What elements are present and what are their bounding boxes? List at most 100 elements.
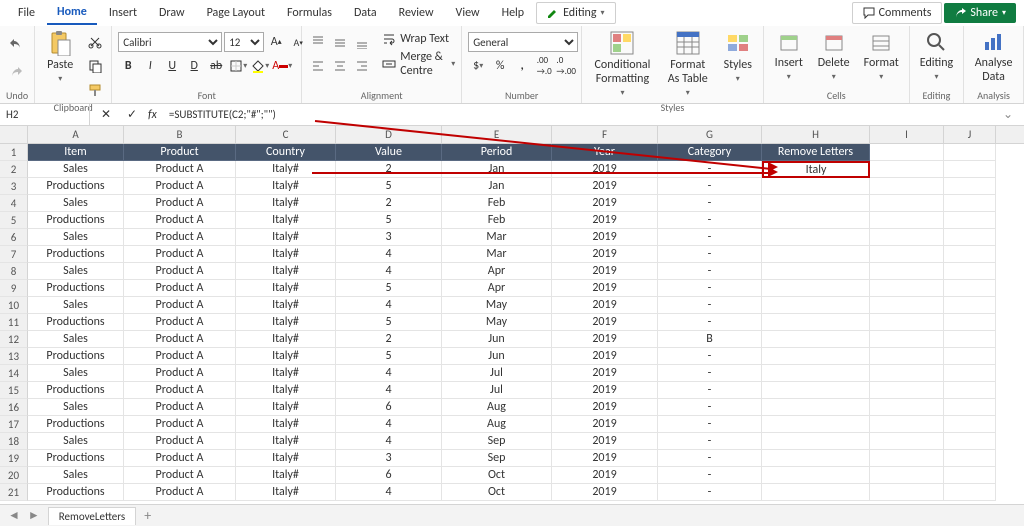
- fill-color-button[interactable]: ▾: [250, 56, 270, 76]
- cell[interactable]: Jan: [442, 161, 552, 178]
- cell[interactable]: May: [442, 297, 552, 314]
- cell[interactable]: Product A: [124, 467, 236, 484]
- cell[interactable]: [944, 178, 996, 195]
- cell[interactable]: 2: [336, 161, 442, 178]
- cell[interactable]: [870, 450, 944, 467]
- tab-data[interactable]: Data: [344, 2, 387, 24]
- cell[interactable]: Product A: [124, 365, 236, 382]
- cell[interactable]: Italy#: [236, 297, 336, 314]
- cell[interactable]: [944, 348, 996, 365]
- cell[interactable]: [870, 484, 944, 501]
- currency-button[interactable]: $▾: [468, 56, 488, 76]
- paste-button[interactable]: Paste▾: [41, 28, 79, 86]
- cell[interactable]: 2019: [552, 229, 658, 246]
- column-header[interactable]: J: [944, 126, 996, 143]
- cell[interactable]: Jan: [442, 178, 552, 195]
- cell[interactable]: -: [658, 263, 762, 280]
- cell[interactable]: Italy#: [236, 365, 336, 382]
- cell[interactable]: [762, 365, 870, 382]
- cell[interactable]: 4: [336, 416, 442, 433]
- fx-icon[interactable]: fx: [148, 108, 157, 122]
- header-cell[interactable]: Period: [442, 144, 552, 161]
- cell[interactable]: Oct: [442, 484, 552, 501]
- cell[interactable]: Italy#: [236, 246, 336, 263]
- cell[interactable]: 4: [336, 246, 442, 263]
- font-name-select[interactable]: Calibri: [118, 32, 222, 52]
- cell[interactable]: 2019: [552, 178, 658, 195]
- cell[interactable]: Italy#: [236, 433, 336, 450]
- cell[interactable]: [944, 195, 996, 212]
- cell[interactable]: Productions: [28, 246, 124, 263]
- cell[interactable]: 2019: [552, 382, 658, 399]
- cell[interactable]: Product A: [124, 229, 236, 246]
- cell[interactable]: Sep: [442, 450, 552, 467]
- format-painter-button[interactable]: [85, 80, 105, 100]
- wrap-text-button[interactable]: Wrap Text: [382, 32, 455, 46]
- cell[interactable]: [870, 246, 944, 263]
- row-header[interactable]: 13: [0, 348, 28, 365]
- cell[interactable]: [762, 314, 870, 331]
- cell[interactable]: Sales: [28, 297, 124, 314]
- tab-home[interactable]: Home: [47, 1, 97, 25]
- cell[interactable]: Jul: [442, 382, 552, 399]
- underline-button[interactable]: U: [162, 56, 182, 76]
- align-bottom-button[interactable]: [352, 32, 372, 52]
- cell[interactable]: 2: [336, 331, 442, 348]
- cell[interactable]: [870, 161, 944, 178]
- cell[interactable]: 2019: [552, 433, 658, 450]
- cell[interactable]: Product A: [124, 161, 236, 178]
- header-cell[interactable]: Country: [236, 144, 336, 161]
- cell[interactable]: [944, 467, 996, 484]
- tab-file[interactable]: File: [8, 2, 45, 24]
- italic-button[interactable]: I: [140, 56, 160, 76]
- align-top-button[interactable]: [308, 32, 328, 52]
- increase-decimal-button[interactable]: .00→.0: [534, 56, 554, 76]
- cell[interactable]: [870, 433, 944, 450]
- cell[interactable]: 3: [336, 229, 442, 246]
- cell[interactable]: Italy#: [236, 382, 336, 399]
- conditional-formatting-button[interactable]: Conditional Formatting▾: [588, 28, 657, 100]
- decrease-decimal-button[interactable]: .0→.00: [556, 56, 576, 76]
- cell[interactable]: Sales: [28, 399, 124, 416]
- cell[interactable]: Italy#: [236, 280, 336, 297]
- cell[interactable]: [762, 467, 870, 484]
- tab-page-layout[interactable]: Page Layout: [197, 2, 275, 24]
- cell[interactable]: 2019: [552, 195, 658, 212]
- cell[interactable]: 4: [336, 484, 442, 501]
- cell[interactable]: Jun: [442, 348, 552, 365]
- cell[interactable]: -: [658, 399, 762, 416]
- row-header[interactable]: 8: [0, 263, 28, 280]
- cell[interactable]: Italy#: [236, 178, 336, 195]
- row-header[interactable]: 7: [0, 246, 28, 263]
- cell[interactable]: -: [658, 348, 762, 365]
- cell[interactable]: [944, 280, 996, 297]
- cell[interactable]: Aug: [442, 416, 552, 433]
- cell[interactable]: Sales: [28, 365, 124, 382]
- cell[interactable]: Italy#: [236, 229, 336, 246]
- row-header[interactable]: 4: [0, 195, 28, 212]
- cut-button[interactable]: [85, 32, 105, 52]
- format-cells-button[interactable]: Format▾: [860, 28, 903, 84]
- cell[interactable]: -: [658, 178, 762, 195]
- cell[interactable]: [762, 229, 870, 246]
- cell[interactable]: 2019: [552, 297, 658, 314]
- cell[interactable]: [870, 297, 944, 314]
- header-cell[interactable]: Product: [124, 144, 236, 161]
- cell[interactable]: 2019: [552, 365, 658, 382]
- cell[interactable]: 5: [336, 212, 442, 229]
- cell[interactable]: 5: [336, 314, 442, 331]
- cell[interactable]: 5: [336, 348, 442, 365]
- cell[interactable]: [870, 348, 944, 365]
- select-all-corner[interactable]: [0, 126, 28, 143]
- cell[interactable]: Productions: [28, 450, 124, 467]
- column-header[interactable]: H: [762, 126, 870, 143]
- cell[interactable]: Product A: [124, 433, 236, 450]
- column-header[interactable]: I: [870, 126, 944, 143]
- column-header[interactable]: A: [28, 126, 124, 143]
- formula-input[interactable]: =SUBSTITUTE(C2;"#";""): [163, 104, 998, 125]
- cell[interactable]: [762, 178, 870, 195]
- cell[interactable]: [762, 263, 870, 280]
- comments-button[interactable]: Comments: [852, 2, 943, 24]
- cell[interactable]: Product A: [124, 263, 236, 280]
- cell[interactable]: -: [658, 365, 762, 382]
